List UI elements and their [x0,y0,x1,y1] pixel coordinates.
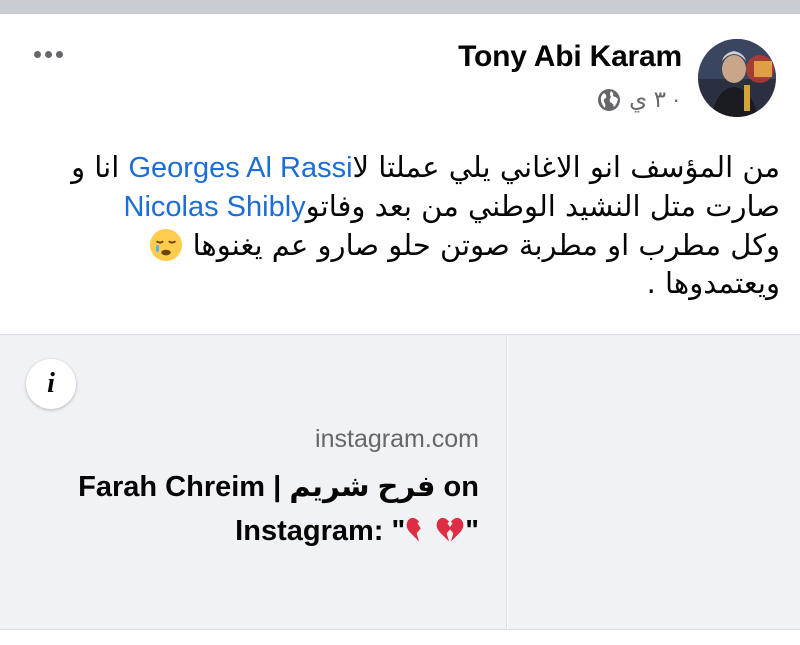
sleepy-face-emoji [150,228,183,262]
broken-heart-emoji [436,517,464,542]
post-line-2: صارت متل النشيد الوطني من بعد وفاتوNicol… [20,187,780,226]
post-text-segment: من المؤسف انو الاغاني يلي عملتا لا [352,150,780,184]
post-header: Tony Abi Karam ٣ ي · [0,14,800,134]
author-name[interactable]: Tony Abi Karam [458,40,682,74]
link-title-line-1: Farah Chreim | فرح شريم on [78,471,479,503]
post-text-segment: وكل مطرب او مطربة صوتن حلو صارو عم يغنوه… [192,228,780,262]
post-meta: ٣ ي · [597,86,680,113]
post-text-segment: ويعتمدوها . [646,266,780,300]
broken-heart-emoji [406,517,422,542]
more-options-icon[interactable] [34,48,63,60]
link-title-quote: " [465,515,479,547]
avatar[interactable] [698,39,776,117]
post-text-segment: انا و [71,150,129,184]
link-title[interactable]: Farah Chreim | فرح شريم on Instagram: " … [39,465,479,553]
link-domain: instagram.com [315,425,479,453]
link-preview-image[interactable] [508,335,800,629]
link-title-line-2: Instagram: " " [39,509,479,553]
mention-georges-al-rassi[interactable]: Georges Al Rassi [128,152,352,184]
post-line-4: ويعتمدوها . [20,264,780,302]
link-preview-card[interactable]: i instagram.com Farah Chreim | فرح شريم … [0,334,800,630]
mention-nicolas-shibly[interactable]: Nicolas Shibly [124,191,306,223]
post-line-3: وكل مطرب او مطربة صوتن حلو صارو عم يغنوه… [20,226,780,264]
link-preview-info[interactable]: i instagram.com Farah Chreim | فرح شريم … [0,335,507,629]
info-icon[interactable]: i [26,359,76,409]
post-line-1: من المؤسف انو الاغاني يلي عملتا لاGeorge… [20,148,780,187]
top-divider [0,0,800,14]
link-title-text: Instagram: " [235,515,406,547]
globe-icon [598,88,621,111]
post-timestamp[interactable]: ٣ ي · [629,86,680,113]
post-text-segment: صارت متل النشيد الوطني من بعد وفاتو [305,189,780,223]
post-body: من المؤسف انو الاغاني يلي عملتا لاGeorge… [20,148,780,302]
